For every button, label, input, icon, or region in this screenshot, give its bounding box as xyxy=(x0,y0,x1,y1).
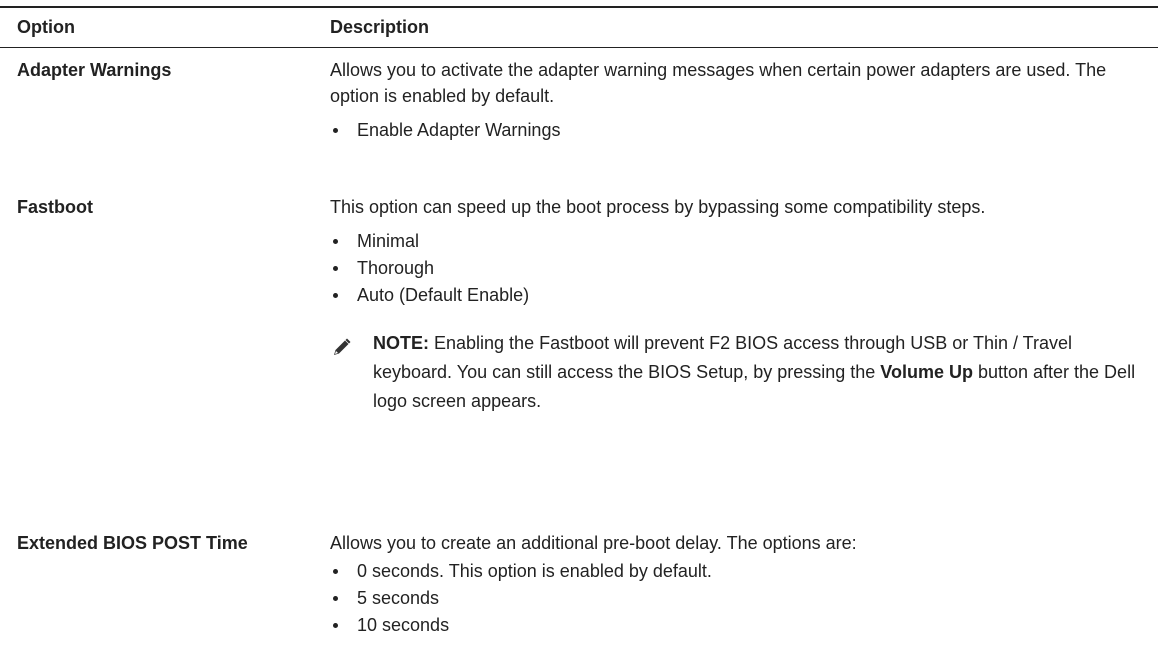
list-item: Auto (Default Enable) xyxy=(330,282,1140,309)
bullet-icon xyxy=(333,239,338,244)
option-name: Extended BIOS POST Time xyxy=(17,533,248,553)
list-item: 10 seconds xyxy=(330,612,1140,639)
bullet-icon xyxy=(333,266,338,271)
header-rule xyxy=(0,47,1158,48)
options-list: Minimal Thorough Auto (Default Enable) xyxy=(330,228,1140,309)
bios-options-table: Option Description Adapter Warnings Allo… xyxy=(0,0,1158,668)
bullet-icon xyxy=(333,293,338,298)
description-text: Allows you to create an additional pre-b… xyxy=(330,533,857,553)
bullet-icon xyxy=(333,569,338,574)
note-box: NOTE: Enabling the Fastboot will prevent… xyxy=(330,329,1153,416)
option-description: Allows you to activate the adapter warni… xyxy=(330,57,1140,144)
description-text: Allows you to activate the adapter warni… xyxy=(330,60,1107,106)
pencil-icon xyxy=(330,337,352,359)
list-item: 0 seconds. This option is enabled by def… xyxy=(330,558,1140,585)
table-top-rule xyxy=(0,6,1158,8)
option-name: Fastboot xyxy=(17,197,93,217)
column-header-option: Option xyxy=(17,17,75,37)
bullet-icon xyxy=(333,596,338,601)
list-item: Enable Adapter Warnings xyxy=(330,117,1140,144)
note-bold-text: Volume Up xyxy=(880,362,973,382)
list-item: Thorough xyxy=(330,255,1140,282)
options-list: 0 seconds. This option is enabled by def… xyxy=(330,558,1140,639)
options-list: Enable Adapter Warnings xyxy=(330,117,1140,144)
bullet-icon xyxy=(333,623,338,628)
option-description: Allows you to create an additional pre-b… xyxy=(330,530,1140,639)
option-name: Adapter Warnings xyxy=(17,60,172,80)
note-label: NOTE: xyxy=(373,333,429,353)
list-item: Minimal xyxy=(330,228,1140,255)
bullet-icon xyxy=(333,128,338,133)
description-text: This option can speed up the boot proces… xyxy=(330,197,986,217)
column-header-description: Description xyxy=(330,17,430,37)
option-description: This option can speed up the boot proces… xyxy=(330,194,1140,416)
list-item: 5 seconds xyxy=(330,585,1140,612)
